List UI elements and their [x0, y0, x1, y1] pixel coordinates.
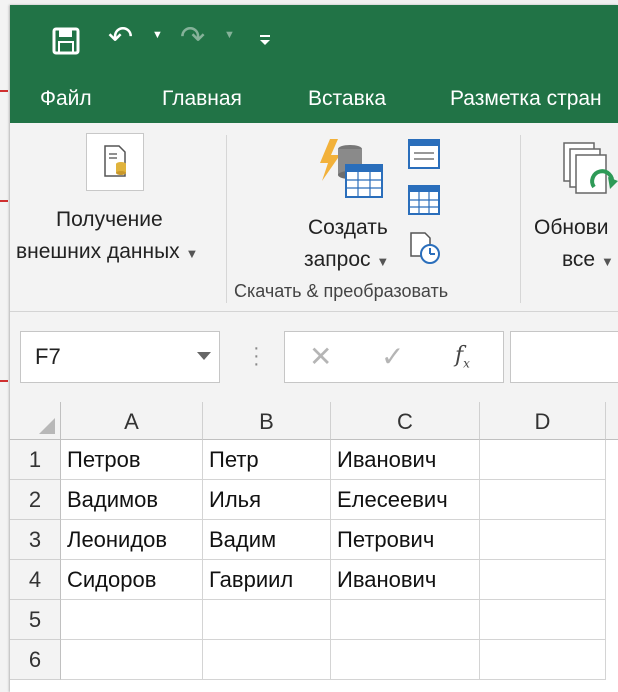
cell-c4[interactable]: Иванович [331, 560, 480, 600]
undo-dropdown-icon[interactable]: ▼ [152, 29, 163, 41]
background-document-edge [0, 0, 10, 692]
chevron-down-icon: ▼ [600, 254, 614, 269]
cell-d1[interactable] [480, 440, 606, 480]
undo-icon[interactable]: ↶ [108, 23, 133, 53]
get-data-label-2: внешних данных ▼ [16, 240, 199, 263]
chevron-down-icon: ▼ [185, 246, 199, 261]
query-table-icon [320, 139, 383, 198]
name-box[interactable]: F7 [20, 331, 220, 383]
select-all-button[interactable] [10, 402, 61, 440]
formula-input[interactable] [510, 331, 618, 383]
formula-buttons: ✕ ✓ fx [284, 331, 504, 383]
tab-insert[interactable]: Вставка [308, 87, 386, 111]
worksheet-grid[interactable]: A B C D 1 Петров Петр Иванович 2 Вадимов… [10, 402, 618, 692]
tab-file[interactable]: Файл [40, 87, 92, 111]
enter-icon[interactable]: ✓ [381, 340, 404, 373]
cell-b5[interactable] [203, 600, 331, 640]
get-data-label-1: Получение [56, 208, 163, 231]
from-table-icon[interactable] [408, 185, 440, 215]
refresh-all-label-2: все ▼ [562, 248, 614, 271]
recent-sources-icon[interactable] [408, 231, 442, 265]
splitter-handle[interactable]: · · · [253, 338, 260, 374]
cell-b4[interactable]: Гавриил [203, 560, 331, 600]
row-header[interactable]: 5 [10, 600, 61, 640]
chevron-down-icon: ▼ [376, 254, 390, 269]
column-header-a[interactable]: A [61, 402, 203, 440]
group-label-get-transform: Скачать & преобразовать [234, 281, 449, 301]
refresh-all-icon [563, 142, 618, 194]
database-file-icon [86, 133, 144, 191]
cell-b6[interactable] [203, 640, 331, 680]
row-header[interactable]: 6 [10, 640, 61, 680]
name-box-value: F7 [35, 344, 61, 369]
cell-a4[interactable]: Сидоров [61, 560, 203, 600]
column-header-e[interactable] [606, 402, 618, 440]
cell-a5[interactable] [61, 600, 203, 640]
redo-dropdown-icon[interactable]: ▼ [224, 29, 235, 41]
redo-icon[interactable]: ↷ [180, 23, 205, 53]
save-icon[interactable] [52, 27, 80, 55]
show-queries-icon[interactable] [408, 139, 440, 169]
cell-a6[interactable] [61, 640, 203, 680]
cancel-icon[interactable]: ✕ [309, 340, 332, 373]
tab-home[interactable]: Главная [162, 87, 242, 111]
title-bar: ↶ ▼ ↷ ▼ Файл Главная Вставка Разметка ст… [10, 5, 618, 123]
cell-c6[interactable] [331, 640, 480, 680]
cell-d4[interactable] [480, 560, 606, 600]
cell-c5[interactable] [331, 600, 480, 640]
cell-b3[interactable]: Вадим [203, 520, 331, 560]
row-header[interactable]: 4 [10, 560, 61, 600]
column-header-b[interactable]: B [203, 402, 331, 440]
cell-d6[interactable] [480, 640, 606, 680]
excel-window: ↶ ▼ ↷ ▼ Файл Главная Вставка Разметка ст… [10, 5, 618, 692]
cell-d3[interactable] [480, 520, 606, 560]
new-query-label-2: запрос ▼ [304, 248, 390, 271]
column-header-c[interactable]: C [331, 402, 480, 440]
formula-bar: F7 · · · ✕ ✓ fx [10, 312, 618, 402]
ribbon: Получение внешних данных ▼ Создать запро… [10, 123, 618, 312]
cell-b1[interactable]: Петр [203, 440, 331, 480]
cell-d2[interactable] [480, 480, 606, 520]
cell-a3[interactable]: Леонидов [61, 520, 203, 560]
row-header[interactable]: 3 [10, 520, 61, 560]
cell-c2[interactable]: Елесеевич [331, 480, 480, 520]
cell-c3[interactable]: Петрович [331, 520, 480, 560]
cell-a2[interactable]: Вадимов [61, 480, 203, 520]
row-header[interactable]: 2 [10, 480, 61, 520]
chevron-down-icon[interactable] [197, 352, 211, 360]
new-query-label-1: Создать [308, 216, 388, 239]
row-header[interactable]: 1 [10, 440, 61, 480]
insert-function-icon[interactable]: fx [455, 343, 470, 370]
ribbon-separator [520, 135, 521, 303]
tab-page-layout[interactable]: Разметка стран [450, 87, 602, 111]
cell-d5[interactable] [480, 600, 606, 640]
refresh-all-label-1: Обнови [534, 216, 609, 239]
ribbon-separator [226, 135, 227, 303]
column-header-d[interactable]: D [480, 402, 606, 440]
customize-icon[interactable] [258, 33, 272, 47]
cell-b2[interactable]: Илья [203, 480, 331, 520]
cell-c1[interactable]: Иванович [331, 440, 480, 480]
cell-a1[interactable]: Петров [61, 440, 203, 480]
